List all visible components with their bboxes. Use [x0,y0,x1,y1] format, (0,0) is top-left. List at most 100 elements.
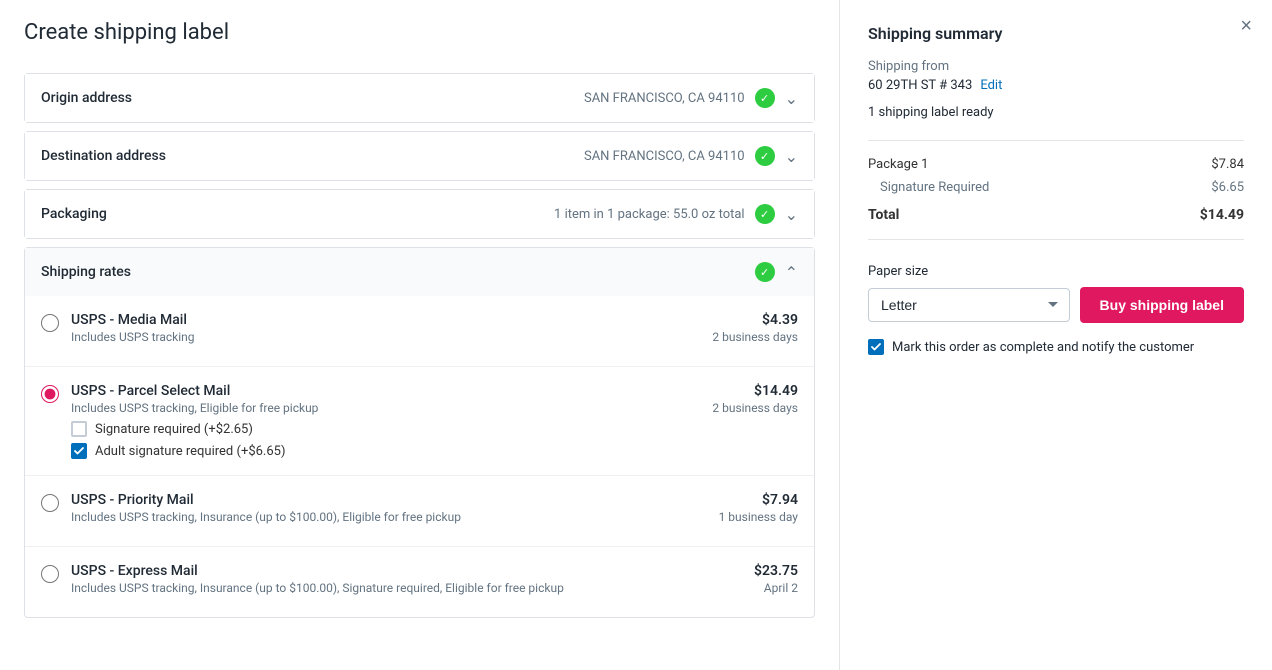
rate-days-express: April 2 [754,581,798,595]
rate-left-express: USPS - Express Mail Includes USPS tracki… [41,563,564,601]
summary-title: Shipping summary [868,24,1244,43]
paper-size-row: Letter 4" x 6" Buy shipping label [868,287,1244,323]
packaging-check-icon: ✓ [755,204,775,224]
rate-desc-priority: Includes USPS tracking, Insurance (up to… [71,510,461,524]
rate-info-express: USPS - Express Mail Includes USPS tracki… [71,563,564,601]
destination-accordion-header[interactable]: Destination address SAN FRANCISCO, CA 94… [25,132,814,180]
total-price: $14.49 [1200,207,1244,223]
package1-price: $7.84 [1211,157,1244,172]
rate-left-media: USPS - Media Mail Includes USPS tracking [41,312,195,350]
rate-name-media: USPS - Media Mail [71,312,195,328]
rate-right-parcel: $14.49 2 business days [712,383,798,415]
rate-desc-parcel: Includes USPS tracking, Eligible for fre… [71,401,318,415]
package1-label: Package 1 [868,157,928,172]
rate-desc-express: Includes USPS tracking, Insurance (up to… [71,581,564,595]
rate-days-media: 2 business days [712,330,798,344]
rate-desc-media: Includes USPS tracking [71,330,195,344]
rate-info-media: USPS - Media Mail Includes USPS tracking [71,312,195,350]
rate-row-priority: USPS - Priority Mail Includes USPS track… [25,475,814,546]
rate-price-parcel: $14.49 [712,383,798,399]
label-ready: 1 shipping label ready [868,105,1244,120]
divider-2 [868,239,1244,240]
buy-shipping-label-button[interactable]: Buy shipping label [1080,287,1244,323]
packaging-label: Packaging [41,206,107,222]
page-title: Create shipping label [24,20,815,45]
rate-price-media: $4.39 [712,312,798,328]
signature-price: $6.65 [1211,180,1244,195]
rate-radio-parcel[interactable] [41,385,59,403]
origin-label: Origin address [41,90,132,106]
destination-chevron-icon: ⌄ [785,147,798,166]
paper-size-section: Paper size Letter 4" x 6" Buy shipping l… [868,264,1244,323]
rate-name-priority: USPS - Priority Mail [71,492,461,508]
total-label: Total [868,207,899,223]
packaging-header-right: 1 item in 1 package: 55.0 oz total ✓ ⌄ [554,204,798,224]
rates-body: USPS - Media Mail Includes USPS tracking… [25,296,814,617]
rate-left-parcel: USPS - Parcel Select Mail Includes USPS … [41,383,318,459]
rate-right-express: $23.75 April 2 [754,563,798,595]
destination-label: Destination address [41,148,166,164]
rate-name-parcel: USPS - Parcel Select Mail [71,383,318,399]
summary-total-line: Total $14.49 [868,207,1244,223]
notify-label: Mark this order as complete and notify t… [892,340,1194,355]
destination-value: SAN FRANCISCO, CA 94110 [584,149,745,164]
origin-header-right: SAN FRANCISCO, CA 94110 ✓ ⌄ [584,88,798,108]
paper-size-select[interactable]: Letter 4" x 6" [868,288,1070,322]
rate-info-priority: USPS - Priority Mail Includes USPS track… [71,492,461,530]
rate-options-parcel: Signature required (+$2.65) Adult signat… [71,421,318,459]
divider-1 [868,140,1244,141]
packaging-chevron-icon: ⌄ [785,205,798,224]
signature-checkbox-unchecked[interactable] [71,421,87,437]
close-button[interactable]: × [1240,16,1252,36]
paper-size-label: Paper size [868,264,1244,279]
adult-signature-label: Adult signature required (+$6.65) [95,444,286,459]
signature-label: Signature required (+$2.65) [95,422,253,437]
rates-title: Shipping rates [41,264,131,280]
packaging-section: Packaging 1 item in 1 package: 55.0 oz t… [24,189,815,239]
rates-header-right: ✓ ⌃ [755,262,798,282]
destination-header-right: SAN FRANCISCO, CA 94110 ✓ ⌄ [584,146,798,166]
rate-days-priority: 1 business day [719,510,798,524]
rates-chevron-icon: ⌃ [785,263,798,282]
rate-days-parcel: 2 business days [712,401,798,415]
origin-section: Origin address SAN FRANCISCO, CA 94110 ✓… [24,73,815,123]
rate-row-express: USPS - Express Mail Includes USPS tracki… [25,546,814,617]
rate-info-parcel: USPS - Parcel Select Mail Includes USPS … [71,383,318,459]
left-panel: Create shipping label Origin address SAN… [0,0,840,670]
rate-right-media: $4.39 2 business days [712,312,798,344]
origin-accordion-header[interactable]: Origin address SAN FRANCISCO, CA 94110 ✓… [25,74,814,122]
summary-address: 60 29TH ST # 343 Edit [868,78,1244,93]
rate-radio-priority[interactable] [41,494,59,512]
destination-check-icon: ✓ [755,146,775,166]
adult-signature-checkbox-checked[interactable] [71,443,87,459]
shipping-rates-section: Shipping rates ✓ ⌃ USPS - Media Mail Inc… [24,247,815,618]
packaging-accordion-header[interactable]: Packaging 1 item in 1 package: 55.0 oz t… [25,190,814,238]
origin-value: SAN FRANCISCO, CA 94110 [584,91,745,106]
rate-left-priority: USPS - Priority Mail Includes USPS track… [41,492,461,530]
rate-option-adult-signature[interactable]: Adult signature required (+$6.65) [71,443,318,459]
summary-package1-line: Package 1 $7.84 [868,157,1244,172]
rates-check-icon: ✓ [755,262,775,282]
rate-name-express: USPS - Express Mail [71,563,564,579]
summary-address-text: 60 29TH ST # 343 [868,78,972,93]
notify-checkbox[interactable] [868,339,884,355]
signature-label-summary: Signature Required [880,180,989,195]
rate-row-parcel: USPS - Parcel Select Mail Includes USPS … [25,366,814,475]
origin-chevron-icon: ⌄ [785,89,798,108]
rate-option-signature[interactable]: Signature required (+$2.65) [71,421,318,437]
summary-signature-line: Signature Required $6.65 [868,180,1244,195]
destination-section: Destination address SAN FRANCISCO, CA 94… [24,131,815,181]
notify-row: Mark this order as complete and notify t… [868,339,1244,355]
rate-row-media: USPS - Media Mail Includes USPS tracking… [25,296,814,366]
origin-check-icon: ✓ [755,88,775,108]
packaging-value: 1 item in 1 package: 55.0 oz total [554,207,745,222]
summary-from-label: Shipping from [868,59,1244,74]
rate-radio-express[interactable] [41,565,59,583]
right-panel: Shipping summary Shipping from 60 29TH S… [840,0,1272,670]
edit-address-link[interactable]: Edit [980,78,1002,93]
rate-price-express: $23.75 [754,563,798,579]
rates-header[interactable]: Shipping rates ✓ ⌃ [25,248,814,296]
rate-right-priority: $7.94 1 business day [719,492,798,524]
rate-price-priority: $7.94 [719,492,798,508]
rate-radio-media[interactable] [41,314,59,332]
